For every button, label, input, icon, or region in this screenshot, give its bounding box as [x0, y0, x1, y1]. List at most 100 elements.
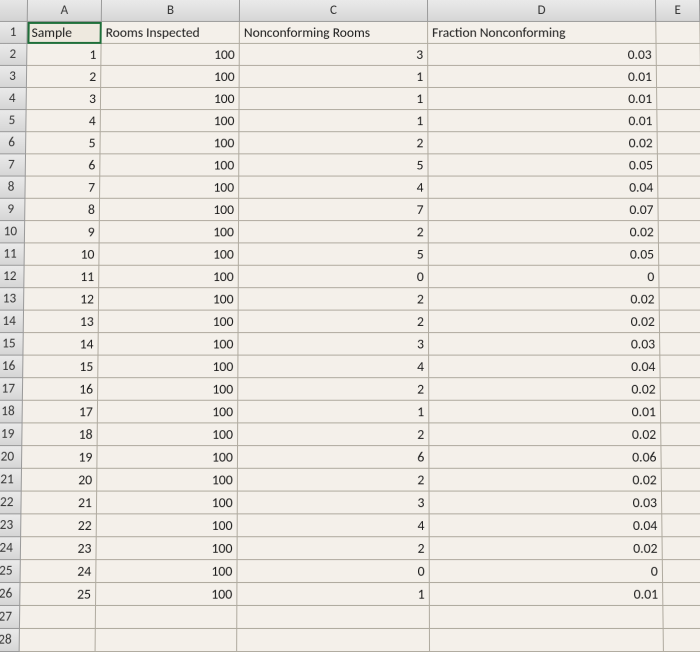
row-header-2[interactable]: 2 [0, 44, 27, 66]
cell-E20[interactable] [661, 446, 700, 469]
cell-D8[interactable]: 0.04 [429, 177, 659, 199]
cell-C12[interactable]: 0 [239, 266, 429, 288]
cell-C1[interactable]: Nonconforming Rooms [240, 22, 428, 44]
spreadsheet-grid[interactable]: ABCDE1SampleRooms InspectedNonconforming… [0, 0, 700, 652]
cell-E2[interactable] [657, 44, 700, 66]
cell-E19[interactable] [661, 423, 700, 446]
cell-D27[interactable] [430, 606, 664, 629]
row-header-12[interactable]: 12 [0, 266, 25, 288]
cell-D25[interactable]: 0 [430, 560, 663, 583]
cell-B22[interactable]: 100 [97, 492, 238, 515]
cell-E15[interactable] [660, 333, 700, 356]
column-header-D[interactable]: D [428, 0, 656, 22]
row-header-13[interactable]: 13 [0, 288, 24, 310]
cell-B26[interactable]: 100 [96, 583, 237, 606]
cell-E12[interactable] [659, 266, 700, 288]
cell-A25[interactable]: 24 [21, 560, 97, 583]
cell-C28[interactable] [237, 629, 430, 652]
cell-D3[interactable]: 0.01 [428, 66, 657, 88]
cell-B25[interactable]: 100 [96, 560, 237, 583]
cell-E23[interactable] [662, 514, 700, 537]
cell-B23[interactable]: 100 [97, 514, 238, 537]
cell-A28[interactable] [20, 629, 96, 652]
cell-B9[interactable]: 100 [100, 199, 239, 221]
cell-C21[interactable]: 2 [238, 469, 430, 492]
column-header-C[interactable]: C [240, 0, 428, 22]
cell-A8[interactable]: 7 [25, 177, 100, 199]
cell-D10[interactable]: 0.02 [429, 221, 659, 243]
cell-D14[interactable]: 0.02 [429, 311, 660, 333]
cell-D23[interactable]: 0.04 [430, 514, 663, 537]
cell-C4[interactable]: 1 [240, 88, 429, 110]
cell-C24[interactable]: 2 [238, 537, 430, 560]
row-header-9[interactable]: 9 [0, 199, 25, 221]
cell-E21[interactable] [662, 469, 700, 492]
cell-D22[interactable]: 0.03 [430, 492, 663, 515]
cell-D6[interactable]: 0.02 [428, 132, 657, 154]
cell-E25[interactable] [663, 560, 700, 583]
cell-C27[interactable] [237, 606, 430, 629]
cell-C11[interactable]: 5 [239, 243, 429, 265]
cell-B11[interactable]: 100 [99, 243, 239, 265]
row-header-16[interactable]: 16 [0, 356, 23, 379]
cell-B5[interactable]: 100 [101, 110, 240, 132]
column-header-E[interactable]: E [656, 0, 700, 22]
cell-A26[interactable]: 25 [20, 583, 96, 606]
cell-A27[interactable] [20, 606, 96, 629]
cell-D1[interactable]: Fraction Nonconforming [428, 22, 656, 44]
row-header-17[interactable]: 17 [0, 378, 23, 401]
cell-C13[interactable]: 2 [239, 288, 429, 310]
cell-C22[interactable]: 3 [238, 492, 430, 515]
cell-D4[interactable]: 0.01 [428, 88, 657, 110]
cell-D2[interactable]: 0.03 [428, 44, 657, 66]
row-header-19[interactable]: 19 [0, 423, 23, 446]
cell-D5[interactable]: 0.01 [428, 110, 657, 132]
cell-D17[interactable]: 0.02 [429, 378, 661, 401]
row-header-26[interactable]: 26 [0, 583, 21, 606]
cell-D20[interactable]: 0.06 [429, 446, 661, 469]
cell-D7[interactable]: 0.05 [428, 154, 658, 176]
cell-A21[interactable]: 20 [22, 469, 98, 492]
cell-A17[interactable]: 16 [23, 378, 98, 401]
select-all-corner[interactable] [0, 0, 28, 22]
cell-E14[interactable] [660, 311, 700, 333]
cell-E22[interactable] [662, 492, 700, 515]
cell-C25[interactable]: 0 [237, 560, 429, 583]
cell-C6[interactable]: 2 [239, 132, 428, 154]
row-header-4[interactable]: 4 [0, 88, 27, 110]
cell-A1[interactable]: Sample [27, 22, 101, 44]
cell-D18[interactable]: 0.01 [429, 401, 661, 424]
cell-B15[interactable]: 100 [98, 333, 238, 356]
cell-A20[interactable]: 19 [22, 446, 98, 469]
cell-E3[interactable] [657, 66, 700, 88]
row-header-21[interactable]: 21 [0, 469, 22, 492]
cell-B10[interactable]: 100 [100, 221, 239, 243]
cell-B2[interactable]: 100 [101, 44, 239, 66]
cell-D15[interactable]: 0.03 [429, 333, 660, 356]
cell-B4[interactable]: 100 [101, 88, 240, 110]
cell-C18[interactable]: 1 [238, 401, 429, 424]
cell-A6[interactable]: 5 [26, 132, 101, 154]
cell-A24[interactable]: 23 [21, 537, 97, 560]
cell-C10[interactable]: 2 [239, 221, 429, 243]
row-header-24[interactable]: 24 [0, 537, 21, 560]
row-header-20[interactable]: 20 [0, 446, 22, 469]
row-header-27[interactable]: 27 [0, 606, 20, 629]
cell-E18[interactable] [661, 401, 700, 424]
row-header-7[interactable]: 7 [0, 154, 26, 176]
cell-E10[interactable] [659, 221, 700, 243]
cell-A13[interactable]: 12 [24, 288, 99, 310]
row-header-11[interactable]: 11 [0, 243, 25, 265]
cell-D12[interactable]: 0 [429, 266, 660, 288]
cell-D28[interactable] [430, 629, 664, 652]
cell-E24[interactable] [663, 537, 700, 560]
cell-E5[interactable] [657, 110, 700, 132]
cell-E4[interactable] [657, 88, 700, 110]
row-header-1[interactable]: 1 [0, 22, 28, 44]
cell-E17[interactable] [661, 378, 700, 401]
cell-D24[interactable]: 0.02 [430, 537, 663, 560]
cell-C16[interactable]: 4 [238, 356, 429, 379]
cell-E11[interactable] [659, 243, 700, 265]
cell-D13[interactable]: 0.02 [429, 288, 660, 310]
cell-B18[interactable]: 100 [98, 401, 238, 424]
